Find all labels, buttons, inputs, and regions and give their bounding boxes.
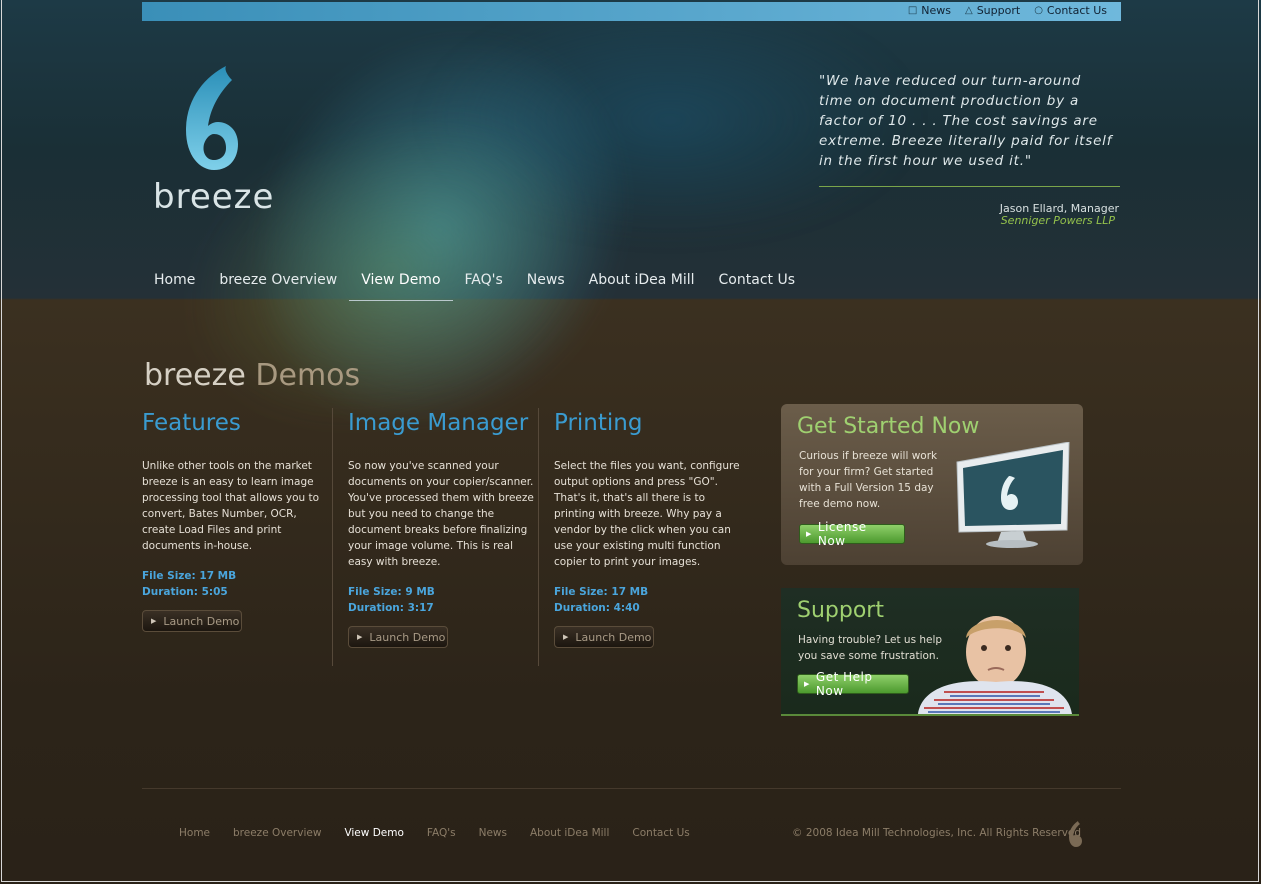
- footer-nav: Home breeze Overview View Demo FAQ's New…: [179, 827, 713, 839]
- footer-link-news[interactable]: News: [479, 827, 507, 839]
- speech-bubble-icon: □: [907, 5, 918, 16]
- launch-demo-button[interactable]: ▶ Launch Demo: [142, 610, 242, 632]
- support-person-image: [918, 616, 1072, 714]
- breeze-footer-logo-icon: [1069, 821, 1082, 847]
- get-help-now-button[interactable]: ▶ Get Help Now: [797, 670, 909, 698]
- breeze-wordmark: breeze: [153, 177, 275, 217]
- footer-link-about[interactable]: About iDea Mill: [530, 827, 609, 839]
- support-title: Support: [797, 598, 884, 623]
- warning-triangle-icon: △: [965, 5, 973, 16]
- launch-demo-button[interactable]: ▶ Launch Demo: [554, 626, 654, 648]
- license-now-label: License Now: [817, 520, 867, 548]
- get-help-now-label: Get Help Now: [815, 670, 873, 698]
- footer-link-view-demo[interactable]: View Demo: [344, 827, 403, 839]
- utility-link-contact[interactable]: ○ Contact Us: [1034, 4, 1107, 17]
- demo-title: Features: [142, 410, 241, 436]
- demo-file-size: File Size: 9 MB: [348, 586, 435, 598]
- footer-link-home[interactable]: Home: [179, 827, 210, 839]
- play-arrow-icon: ▶: [151, 617, 157, 625]
- play-arrow-icon: ▶: [806, 530, 812, 538]
- testimonial-quote: "We have reduced our turn-around time on…: [819, 73, 1113, 169]
- utility-link-news[interactable]: □ News: [908, 4, 951, 17]
- footer-divider: [142, 788, 1121, 789]
- launch-demo-label: Launch Demo: [575, 630, 652, 644]
- copyright-text: © 2008 Idea Mill Technologies, Inc. All …: [792, 827, 1082, 839]
- main-nav: Home breeze Overview View Demo FAQ's New…: [142, 270, 807, 301]
- play-arrow-icon: ▶: [357, 633, 363, 641]
- person-icon: ○: [1034, 5, 1043, 16]
- footer-link-faqs[interactable]: FAQ's: [427, 827, 456, 839]
- demo-file-size: File Size: 17 MB: [554, 586, 649, 598]
- utility-link-support[interactable]: △ Support: [965, 4, 1020, 17]
- monitor-icon: [956, 442, 1070, 548]
- play-arrow-icon: ▶: [563, 633, 569, 641]
- support-panel: Support Having trouble? Let us help you …: [781, 588, 1079, 716]
- demo-features: Features Unlike other tools on the marke…: [142, 410, 328, 632]
- license-now-button[interactable]: ▶ License Now: [799, 520, 905, 548]
- get-started-body: Curious if breeze will work for your fir…: [799, 450, 938, 510]
- demo-printing: Printing Select the files you want, conf…: [554, 410, 740, 648]
- nav-news[interactable]: News: [515, 270, 577, 301]
- launch-demo-button[interactable]: ▶ Launch Demo: [348, 626, 448, 648]
- page-title: breeze Demos: [144, 358, 360, 393]
- utility-bar: □ News △ Support ○ Contact Us: [142, 2, 1121, 21]
- nav-about[interactable]: About iDea Mill: [577, 270, 707, 301]
- play-arrow-icon: ▶: [804, 680, 810, 688]
- nav-faqs[interactable]: FAQ's: [453, 270, 515, 301]
- demo-description: So now you've scanned your documents on …: [348, 460, 534, 568]
- demo-file-size: File Size: 17 MB: [142, 570, 237, 582]
- demo-duration: Duration: 4:40: [554, 602, 640, 614]
- page-title-brand: breeze: [144, 358, 246, 393]
- get-started-panel: Get Started Now Curious if breeze will w…: [781, 404, 1083, 565]
- demo-duration: Duration: 3:17: [348, 602, 434, 614]
- nav-contact[interactable]: Contact Us: [707, 270, 807, 301]
- nav-view-demo[interactable]: View Demo: [349, 270, 453, 301]
- launch-demo-label: Launch Demo: [369, 630, 446, 644]
- page: □ News △ Support ○ Contact Us breeze "We…: [0, 0, 1261, 884]
- nav-breeze-overview[interactable]: breeze Overview: [207, 270, 349, 301]
- utility-link-label: News: [921, 4, 951, 17]
- utility-link-label: Contact Us: [1046, 4, 1107, 17]
- footer-link-contact[interactable]: Contact Us: [632, 827, 689, 839]
- demo-image-manager: Image Manager So now you've scanned your…: [348, 410, 534, 648]
- nav-home[interactable]: Home: [142, 270, 207, 301]
- get-started-title: Get Started Now: [797, 414, 980, 439]
- page-title-text: Demos: [255, 358, 361, 393]
- footer-link-breeze-overview[interactable]: breeze Overview: [233, 827, 321, 839]
- demo-description: Unlike other tools on the market breeze …: [142, 460, 320, 552]
- utility-link-label: Support: [976, 4, 1021, 17]
- demo-title: Image Manager: [348, 410, 529, 436]
- testimonial-company: Senniger Powers LLP: [1000, 214, 1115, 227]
- demo-duration: Duration: 5:05: [142, 586, 228, 598]
- demo-description: Select the files you want, configure out…: [554, 460, 740, 568]
- launch-demo-label: Launch Demo: [163, 614, 240, 628]
- testimonial-divider: [819, 186, 1120, 187]
- demo-title: Printing: [554, 410, 643, 436]
- column-divider: [538, 408, 539, 666]
- column-divider: [332, 408, 333, 666]
